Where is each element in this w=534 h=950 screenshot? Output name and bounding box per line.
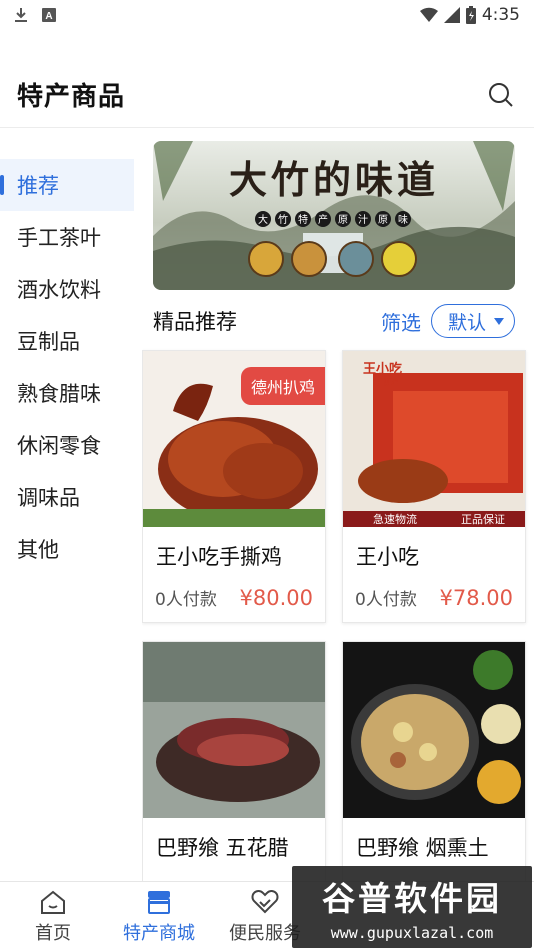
sidebar-item-tea[interactable]: 手工茶叶 xyxy=(0,211,134,263)
sidebar-item-drinks[interactable]: 酒水饮料 xyxy=(0,263,134,315)
sidebar-item-other[interactable]: 其他 xyxy=(0,523,134,575)
category-sidebar: 推荐 手工茶叶 酒水饮料 豆制品 熟食腊味 休闲零食 调味品 其他 xyxy=(0,129,134,881)
sidebar-item-cured-meat[interactable]: 熟食腊味 xyxy=(0,367,134,419)
sidebar-item-label: 其他 xyxy=(17,538,59,562)
notification-a-icon: A xyxy=(42,8,56,22)
sidebar-item-soy[interactable]: 豆制品 xyxy=(0,315,134,367)
box-subtitle-text: 手撕鸡 xyxy=(375,377,399,387)
watermark-logo: 谷普软件园 www.gupuxlazal.com xyxy=(292,866,532,948)
sort-value: 默认 xyxy=(447,311,486,334)
sidebar-item-recommend[interactable]: 推荐 xyxy=(0,159,134,211)
promo-banner[interactable]: 大竹的味道 大 竹 特 产 原 汁 原 味 xyxy=(153,141,515,290)
badge-fast-delivery: 急速物流 xyxy=(373,512,417,526)
search-button[interactable] xyxy=(484,78,518,112)
nav-label: 特产商城 xyxy=(123,923,195,944)
product-tag: 德州扒鸡 xyxy=(240,367,325,405)
product-image: 德州扒鸡 xyxy=(143,351,325,527)
shop-icon xyxy=(148,891,170,914)
nav-label: 首页 xyxy=(35,923,71,944)
status-bar: A 4:35 xyxy=(0,0,534,30)
sidebar-item-label: 调味品 xyxy=(17,486,80,510)
section-title: 精品推荐 xyxy=(153,310,237,334)
svg-text:A: A xyxy=(45,11,52,22)
product-image: 王小吃 手撕鸡 急速物流 正品保证 xyxy=(343,351,525,527)
paid-count: 0人付款 xyxy=(155,590,217,610)
sidebar-item-seasoning[interactable]: 调味品 xyxy=(0,471,134,523)
chevron-down-icon xyxy=(494,317,504,325)
sidebar-item-label: 推荐 xyxy=(17,174,59,198)
banner-char: 原 xyxy=(378,214,388,226)
signal-icon xyxy=(443,7,460,23)
product-name: 巴野飨 烟熏土 xyxy=(356,836,489,860)
sidebar-item-label: 熟食腊味 xyxy=(17,382,101,406)
product-price: ¥78.00 xyxy=(439,585,513,610)
product-card[interactable]: 巴野飨 烟熏土 xyxy=(342,641,526,881)
product-card[interactable]: 巴野飨 五花腊 xyxy=(142,641,326,881)
sidebar-item-label: 休闲零食 xyxy=(17,434,101,458)
download-icon xyxy=(15,8,27,22)
battery-icon xyxy=(465,6,476,24)
sidebar-item-snacks[interactable]: 休闲零食 xyxy=(0,419,134,471)
nav-home[interactable]: 首页 xyxy=(0,882,106,950)
banner-title: 大竹的味道 xyxy=(229,160,439,202)
page-title: 特产商品 xyxy=(17,82,126,112)
nav-specialty-mall[interactable]: 特产商城 xyxy=(106,882,212,950)
home-icon xyxy=(41,890,65,914)
banner-char: 产 xyxy=(318,213,328,226)
banner-char: 大 xyxy=(258,213,268,226)
handshake-icon xyxy=(251,890,279,914)
paid-count: 0人付款 xyxy=(355,590,417,610)
wifi-icon xyxy=(419,7,438,23)
banner-char: 特 xyxy=(298,214,308,226)
main-content: 大竹的味道 大 竹 特 产 原 汁 原 味 精品推荐 筛选 默认 德州扒鸡 王小… xyxy=(142,129,534,881)
search-icon xyxy=(489,82,513,107)
sidebar-item-label: 手工茶叶 xyxy=(17,226,101,250)
banner-image: 大竹的味道 大 竹 特 产 原 汁 原 味 xyxy=(153,141,515,290)
sidebar-item-label: 酒水饮料 xyxy=(17,278,101,302)
watermark-url: www.gupuxlazal.com xyxy=(330,924,494,942)
banner-char: 味 xyxy=(398,214,408,226)
product-name: 巴野飨 五花腊 xyxy=(156,836,289,860)
sort-dropdown[interactable]: 默认 xyxy=(430,304,515,338)
product-card[interactable]: 王小吃 手撕鸡 急速物流 正品保证 王小吃 0人付款 ¥78.00 xyxy=(342,350,526,623)
product-image xyxy=(343,642,525,818)
app-header: 特产商品 xyxy=(0,62,534,128)
product-card[interactable]: 德州扒鸡 王小吃手撕鸡 0人付款 ¥80.00 xyxy=(142,350,326,623)
nav-label: 便民服务 xyxy=(229,923,301,944)
product-name: 王小吃 xyxy=(356,545,419,569)
filter-button[interactable]: 筛选 xyxy=(381,307,421,336)
product-name: 王小吃手撕鸡 xyxy=(156,545,282,569)
sidebar-item-label: 豆制品 xyxy=(17,330,80,354)
product-price: ¥80.00 xyxy=(239,585,313,610)
clock: 4:35 xyxy=(481,5,520,25)
badge-genuine: 正品保证 xyxy=(461,512,505,526)
watermark-title: 谷普软件园 xyxy=(322,879,502,918)
box-brand-text: 王小吃 xyxy=(363,361,402,377)
section-header: 精品推荐 筛选 默认 xyxy=(153,301,515,341)
banner-char: 汁 xyxy=(358,213,368,226)
banner-char: 原 xyxy=(338,214,348,226)
product-image xyxy=(143,642,325,818)
banner-char: 竹 xyxy=(278,213,288,226)
